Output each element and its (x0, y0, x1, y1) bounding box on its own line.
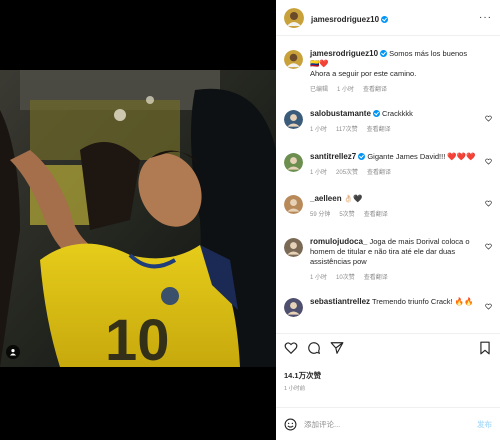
comment-heart-icon[interactable] (485, 115, 492, 122)
author-avatar-small[interactable] (284, 50, 303, 69)
verified-badge-icon (372, 110, 380, 117)
translate-link[interactable]: 查看翻译 (363, 87, 387, 93)
post-detail-panel: jamesrodriguez10 ··· jamesrodriguez10 So… (276, 0, 500, 440)
comment-like-count[interactable]: 10次赞 (336, 275, 355, 281)
comment-text: santitrellez7 Gigante James David!!! ❤️❤… (310, 152, 478, 162)
comment-time: 1 小时 (310, 170, 328, 176)
comment-text: _aelleen 👌🏻🖤 (310, 194, 478, 204)
comment-item: salobustamante Crackkkk 1 小时 117次赞 查看翻译 (276, 109, 500, 133)
comment-meta: 1 小时 205次赞 查看翻译 (310, 167, 478, 176)
commenter-username[interactable]: _aelleen (310, 194, 342, 203)
commenter-avatar[interactable] (284, 238, 303, 257)
comment-meta: 59 分钟 5次赞 查看翻译 (310, 209, 478, 218)
heart-icon[interactable] (284, 341, 298, 355)
svg-text:10: 10 (105, 308, 170, 367)
comments-list[interactable]: jamesrodriguez10 Somos más los buenos 🇨🇴… (276, 37, 500, 332)
caption-meta: 已编辑 1 小时 查看翻译 (310, 84, 478, 93)
comment-item: sebastiantrellez Tremendo triunfo Crack!… (276, 297, 500, 317)
post-header: jamesrodriguez10 ··· (276, 0, 500, 36)
author-username-container: jamesrodriguez10 (311, 9, 389, 27)
commenter-username[interactable]: santitrellez7 (310, 152, 356, 161)
bookmark-icon[interactable] (478, 341, 492, 355)
author-username[interactable]: jamesrodriguez10 (311, 15, 379, 24)
commenter-username[interactable]: salobustamante (310, 109, 371, 118)
emoji-icon[interactable] (284, 418, 297, 431)
comment-content: 👌🏻🖤 (343, 194, 363, 203)
action-bar (276, 333, 500, 361)
comment-like-count[interactable]: 117次赞 (336, 127, 358, 133)
comment-composer: 发布 (276, 407, 500, 440)
translate-link[interactable]: 查看翻译 (364, 212, 388, 218)
commenter-avatar[interactable] (284, 110, 303, 129)
commenter-username[interactable]: sebastiantrellez (310, 297, 370, 306)
comment-item: _aelleen 👌🏻🖤 59 分钟 5次赞 查看翻译 (276, 194, 500, 218)
user-tag-icon[interactable] (6, 345, 20, 359)
more-options-icon[interactable]: ··· (479, 12, 492, 23)
caption: jamesrodriguez10 Somos más los buenos 🇨🇴… (276, 49, 500, 93)
comment-input[interactable] (304, 419, 477, 429)
comment-heart-icon[interactable] (485, 303, 492, 310)
translate-link[interactable]: 查看翻译 (367, 127, 391, 133)
comment-text: sebastiantrellez Tremendo triunfo Crack!… (310, 297, 478, 307)
translate-link[interactable]: 查看翻译 (364, 275, 388, 281)
commenter-avatar[interactable] (284, 153, 303, 172)
comment-content: Crackkkk (382, 109, 413, 118)
verified-badge-icon (358, 153, 366, 160)
post-photo[interactable]: 10 (0, 70, 276, 367)
comment-heart-icon[interactable] (485, 200, 492, 207)
media-panel: 10 (0, 0, 276, 440)
commenter-username[interactable]: romulojudoca_ (310, 237, 367, 246)
comment-time: 1 小时 (310, 275, 328, 281)
share-icon[interactable] (330, 341, 344, 355)
caption-text: jamesrodriguez10 Somos más los buenos 🇨🇴… (310, 49, 478, 79)
comment-content: Gigante James David!!! ❤️❤️❤️ (367, 152, 476, 161)
verified-badge-icon (380, 50, 388, 57)
comment-item: romulojudoca_ Joga de mais Dorival coloc… (276, 237, 500, 281)
post-comment-button[interactable]: 发布 (477, 419, 492, 430)
comment-item: santitrellez7 Gigante James David!!! ❤️❤… (276, 152, 500, 176)
comment-icon[interactable] (307, 341, 321, 355)
comment-time: 1 小时 (310, 127, 328, 133)
comment-time: 59 分钟 (310, 212, 331, 218)
translate-link[interactable]: 查看翻译 (367, 170, 391, 176)
comment-content: Tremendo triunfo Crack! 🔥🔥 (371, 297, 474, 306)
comment-text: romulojudoca_ Joga de mais Dorival coloc… (310, 237, 478, 267)
edited-label: 已编辑 (310, 87, 329, 93)
caption-username[interactable]: jamesrodriguez10 (310, 49, 378, 58)
comment-like-count[interactable]: 5次赞 (339, 212, 354, 218)
author-avatar[interactable] (284, 7, 304, 28)
post-time: 1 小时前 (284, 386, 306, 392)
commenter-avatar[interactable] (284, 298, 303, 317)
like-count[interactable]: 14.1万次赞 (284, 370, 321, 381)
verified-badge-icon (381, 15, 389, 23)
caption-time: 1 小时 (337, 87, 355, 93)
post-photo-image: 10 (0, 70, 276, 367)
comment-meta: 1 小时 117次赞 查看翻译 (310, 124, 478, 133)
commenter-avatar[interactable] (284, 195, 303, 214)
comment-heart-icon[interactable] (485, 243, 492, 250)
comment-heart-icon[interactable] (485, 158, 492, 165)
comment-meta: 1 小时 10次赞 查看翻译 (310, 272, 478, 281)
comment-text: salobustamante Crackkkk (310, 109, 478, 119)
comment-like-count[interactable]: 205次赞 (336, 170, 358, 176)
